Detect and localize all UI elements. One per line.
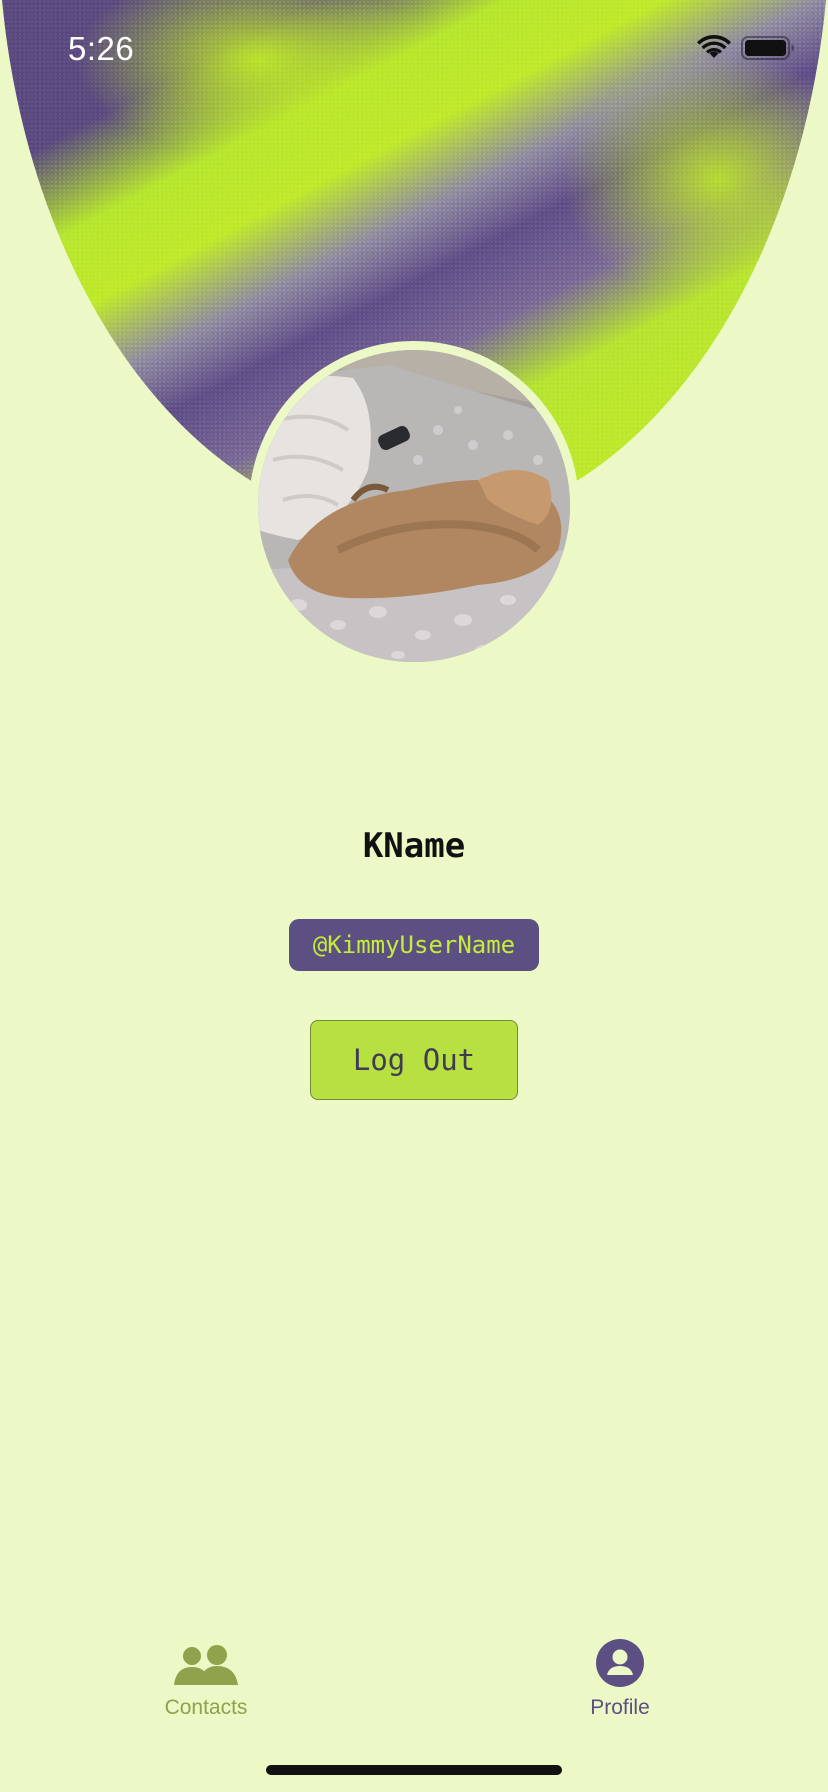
logout-label: Log Out [352, 1043, 476, 1077]
battery-full-icon [741, 36, 794, 60]
wifi-icon [697, 35, 731, 58]
username-badge: @KimmyUserName [289, 919, 539, 971]
profile-display-name: KName [362, 826, 466, 866]
avatar-photo [258, 350, 570, 662]
profile-screen: 5:26 KName @KimmyUserName Log Out Contac… [0, 0, 828, 1792]
avatar[interactable] [258, 350, 570, 662]
people-icon [174, 1645, 238, 1685]
tab-bar: Contacts Profile [0, 1620, 828, 1730]
home-indicator[interactable] [266, 1765, 562, 1775]
tab-contacts[interactable]: Contacts [106, 1620, 306, 1730]
username-text: @KimmyUserName [312, 931, 516, 959]
user-circle-icon [596, 1639, 644, 1687]
tab-profile[interactable]: Profile [520, 1620, 720, 1730]
status-bar: 5:26 [0, 0, 828, 100]
tab-contacts-label: Contacts [164, 1696, 248, 1719]
logout-button[interactable]: Log Out [310, 1020, 518, 1100]
status-time: 5:26 [68, 30, 135, 67]
tab-profile-label: Profile [590, 1696, 650, 1719]
